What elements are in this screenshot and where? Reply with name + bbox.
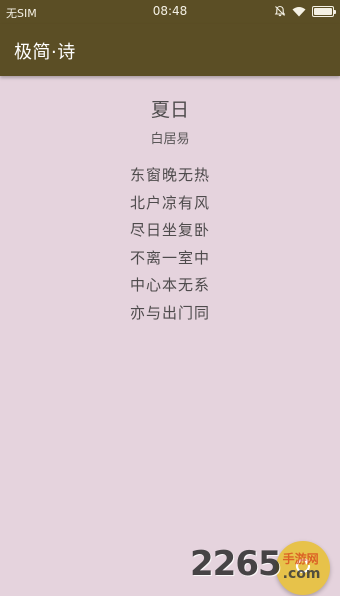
poem-line: 东窗晚无热 bbox=[129, 166, 210, 184]
battery-icon bbox=[312, 5, 336, 17]
poem-author: 白居易 bbox=[150, 132, 190, 147]
status-bar: 无SIM 08:48 bbox=[0, 0, 340, 24]
app-title: 极简·诗 bbox=[14, 42, 76, 63]
poem-card: 夏日 白居易 东窗晚无热 北户凉有风 尽日坐复卧 不离一室中 中心本无系 亦与出… bbox=[0, 96, 340, 327]
poem-line: 尽日坐复卧 bbox=[129, 221, 210, 239]
poem-line: 中心本无系 bbox=[129, 276, 210, 294]
watermark-text-com: .com bbox=[282, 566, 321, 582]
watermark-logo: 2265 手游网 .com bbox=[190, 542, 320, 582]
poem-line: 亦与出门同 bbox=[129, 303, 210, 322]
app-bar: 极简·诗 bbox=[0, 24, 340, 76]
wifi-icon bbox=[292, 6, 306, 17]
poem-title: 夏日 bbox=[150, 99, 189, 121]
watermark-number: 2265 bbox=[190, 544, 282, 584]
poem-line: 不离一室中 bbox=[129, 248, 210, 267]
watermark-text-cn: 手游网 bbox=[282, 552, 319, 566]
poem-line: 北户凉有风 bbox=[129, 193, 210, 212]
status-icons bbox=[274, 5, 336, 17]
poem-lines: 东窗晚无热 北户凉有风 尽日坐复卧 不离一室中 中心本无系 亦与出门同 bbox=[0, 162, 340, 327]
alarm-off-icon bbox=[274, 5, 286, 17]
